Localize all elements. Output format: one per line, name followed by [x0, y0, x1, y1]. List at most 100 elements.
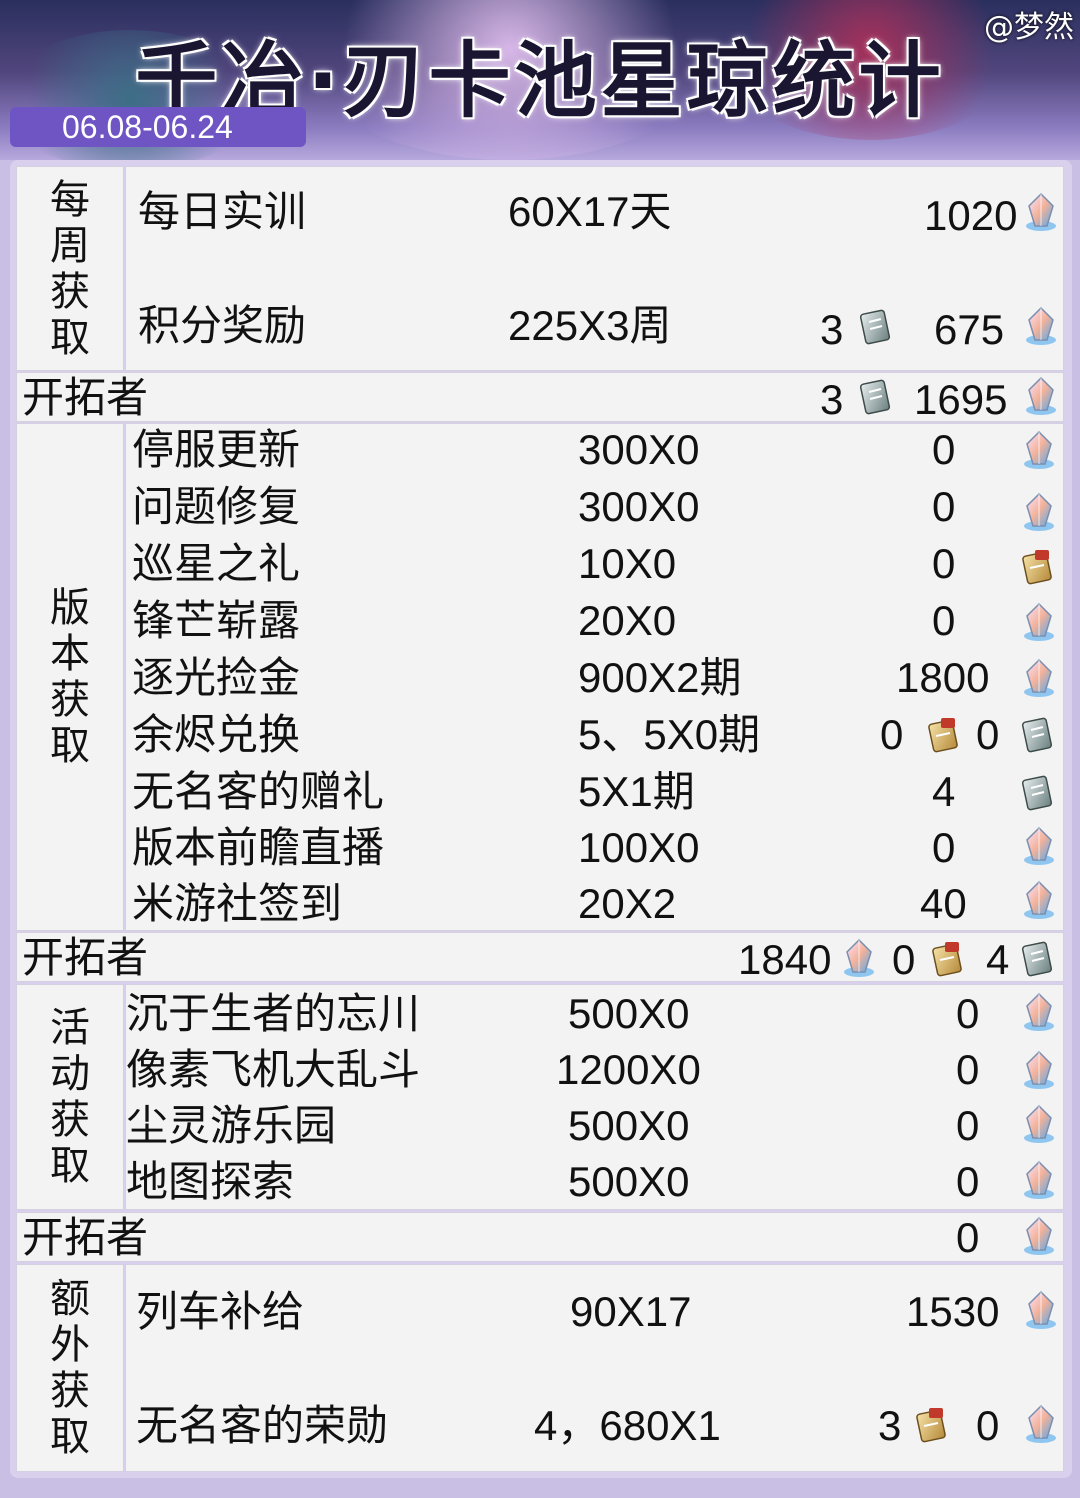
row-formula: 5X1期: [578, 768, 695, 815]
row-formula: 60X17天: [508, 188, 672, 235]
special-pass-icon: [914, 1404, 948, 1444]
subtotal-special: 0: [892, 936, 916, 983]
row-pass-count: 3: [820, 306, 844, 353]
date-range-badge: 06.08-06.24: [10, 107, 306, 147]
section-label-text: 活动获取: [50, 1005, 90, 1189]
row-name: 像素飞机大乱斗: [126, 1045, 421, 1094]
star-rail-pass-icon: [1020, 938, 1054, 978]
stellar-jade-icon: [1022, 430, 1056, 470]
stellar-jade-icon: [1022, 826, 1056, 866]
stellar-jade-icon: [1022, 1050, 1056, 1090]
row-value: 0: [932, 824, 956, 871]
row-formula: 500X0: [568, 1102, 690, 1149]
row-value: 0: [932, 540, 956, 587]
row-name: 余烬兑换: [132, 710, 301, 759]
row-value: 1530: [906, 1288, 1000, 1335]
row-name: 列车补给: [136, 1287, 305, 1336]
subtotal-label: 开拓者: [22, 933, 149, 982]
stellar-jade-icon: [1024, 376, 1058, 416]
row-formula: 20X2: [578, 880, 677, 927]
row-name: 问题修复: [132, 482, 301, 531]
section-label-text: 额外获取: [50, 1276, 90, 1460]
row-name: 无名客的荣勋: [136, 1401, 389, 1450]
row-special-count: 3: [878, 1402, 902, 1449]
stellar-jade-icon: [1022, 992, 1056, 1032]
row-value: 0: [932, 483, 956, 530]
row-name: 逐光捡金: [132, 653, 301, 702]
row-name: 锋芒崭露: [132, 596, 301, 645]
subtotal-value: 1695: [914, 376, 1008, 423]
row-formula: 1200X0: [556, 1046, 701, 1093]
subtotal-row-event: [16, 1212, 1064, 1262]
row-formula: 5、5X0期: [578, 711, 761, 758]
row-value: 0: [976, 1402, 1000, 1449]
subtotal-value: 0: [956, 1214, 980, 1261]
star-rail-pass-icon: [858, 306, 892, 346]
row-value: 1020: [924, 192, 1018, 239]
author-credit: @梦然: [984, 10, 1074, 45]
section-label-extra: 额外获取: [16, 1264, 124, 1472]
row-formula: 225X3周: [508, 302, 672, 349]
row-formula: 500X0: [568, 990, 690, 1037]
stellar-jade-icon: [1022, 1104, 1056, 1144]
row-value: 675: [934, 306, 1005, 353]
row-name: 地图探索: [126, 1157, 295, 1206]
section-label-event: 活动获取: [16, 984, 124, 1210]
row-formula: 900X2期: [578, 654, 742, 701]
row-name: 停服更新: [132, 425, 301, 474]
subtotal-jade: 1840: [738, 936, 832, 983]
subtotal-pass: 4: [986, 936, 1010, 983]
row-value: 0: [956, 1158, 980, 1205]
star-rail-pass-icon: [858, 376, 892, 416]
stellar-jade-icon: [1024, 192, 1058, 232]
subtotal-label: 开拓者: [22, 1213, 149, 1262]
row-formula: 300X0: [578, 483, 700, 530]
star-rail-pass-icon: [1020, 772, 1054, 812]
stellar-jade-icon: [1022, 1160, 1056, 1200]
row-formula: 300X0: [578, 426, 700, 473]
section-label-version: 版本获取: [16, 423, 124, 931]
row-name: 尘灵游乐园: [126, 1101, 337, 1150]
row-formula: 4，680X1: [534, 1402, 721, 1449]
row-name: 每日实训: [138, 187, 307, 236]
stellar-jade-icon: [1024, 1404, 1058, 1444]
row-name: 巡星之礼: [132, 539, 301, 588]
stellar-jade-icon: [1022, 492, 1056, 532]
row-formula: 10X0: [578, 540, 677, 587]
section-label-text: 每周获取: [50, 176, 90, 361]
row-name: 无名客的赠礼: [132, 767, 385, 816]
stellar-jade-icon: [1022, 1216, 1056, 1256]
row-value: 40: [920, 880, 967, 927]
row-name: 版本前瞻直播: [132, 823, 385, 872]
row-special-count: 0: [880, 711, 904, 758]
stellar-jade-icon: [1024, 306, 1058, 346]
subtotal-pass: 3: [820, 376, 844, 423]
row-name: 沉于生者的忘川: [126, 989, 421, 1038]
row-formula: 90X17: [570, 1288, 692, 1335]
stellar-jade-icon: [1022, 658, 1056, 698]
stellar-jade-icon: [1024, 1290, 1058, 1330]
stellar-jade-icon: [1022, 602, 1056, 642]
row-formula: 100X0: [578, 824, 700, 871]
special-pass-icon: [1020, 546, 1054, 586]
star-rail-pass-icon: [1020, 714, 1054, 754]
row-value: 0: [956, 1102, 980, 1149]
row-pass-count: 0: [976, 711, 1000, 758]
section-label-weekly: 每周获取: [16, 166, 124, 371]
stellar-jade-icon: [1022, 880, 1056, 920]
section-label-text: 版本获取: [50, 585, 90, 769]
special-pass-icon: [930, 938, 964, 978]
row-value: 0: [932, 597, 956, 644]
row-value: 0: [956, 990, 980, 1037]
row-value: 0: [932, 426, 956, 473]
row-value: 4: [932, 768, 956, 815]
stellar-jade-icon: [842, 938, 876, 978]
row-name: 积分奖励: [138, 301, 307, 350]
row-value: 1800: [896, 654, 990, 701]
subtotal-label: 开拓者: [22, 373, 149, 422]
row-name: 米游社签到: [132, 879, 343, 928]
subtotal-row-weekly: [16, 372, 1064, 422]
special-pass-icon: [926, 714, 960, 754]
row-formula: 500X0: [568, 1158, 690, 1205]
row-value: 0: [956, 1046, 980, 1093]
